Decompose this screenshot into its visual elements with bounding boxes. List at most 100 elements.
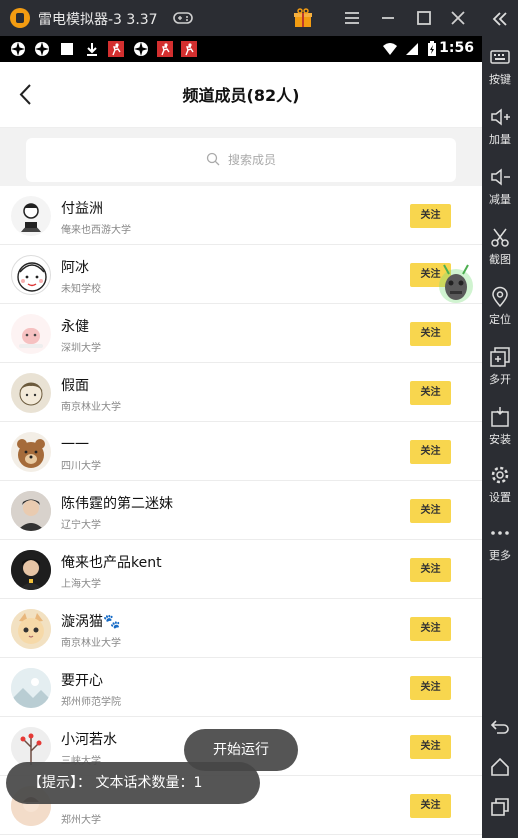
maximize-icon[interactable] [413, 7, 435, 29]
emulator-titlebar: 雷电模拟器-3 3.37 [0, 0, 518, 36]
recents-icon [491, 798, 509, 816]
tip-toast: 【提示】： 文本话术数量：1 [6, 762, 260, 804]
member-row[interactable]: 阿冰 未知学校 关注 [0, 245, 482, 304]
app-notification-icon [10, 41, 26, 57]
avatar[interactable] [11, 373, 51, 413]
member-row[interactable]: 漩涡猫🐾 南京林业大学 关注 [0, 599, 482, 658]
android-statusbar: 1:56 [0, 36, 482, 62]
sidebar-item-label: 减量 [489, 193, 511, 206]
sidebar-item-label: 多开 [489, 373, 511, 386]
page-title: 频道成员(82人) [182, 86, 300, 105]
app-notification-icon [133, 41, 149, 57]
app-notification-icon [181, 41, 197, 57]
member-row[interactable]: 假面 南京林业大学 关注 [0, 363, 482, 422]
menu-icon[interactable] [341, 7, 363, 29]
member-name: 小河若水 [61, 732, 117, 748]
member-row[interactable]: 付益洲 俺来也西游大学 关注 [0, 186, 482, 245]
sidebar-item-install[interactable]: 安装 [482, 406, 518, 447]
avatar[interactable] [11, 668, 51, 708]
follow-button[interactable]: 关注 [410, 204, 451, 228]
sidebar-item-settings[interactable]: 设置 [482, 464, 518, 505]
avatar[interactable] [11, 196, 51, 236]
member-name: 漩涡猫🐾 [61, 614, 121, 630]
battery-icon [424, 41, 440, 57]
signal-icon [404, 41, 420, 57]
collapse-sidebar-button[interactable] [482, 8, 518, 30]
search-area: 搜索成员 [0, 128, 482, 192]
follow-button[interactable]: 关注 [410, 440, 451, 464]
keyboard-icon [490, 50, 510, 64]
sidebar-item-label: 截图 [489, 253, 511, 266]
member-name: 要开心 [61, 673, 103, 689]
more-icon [491, 531, 509, 535]
home-icon [491, 757, 509, 776]
follow-button[interactable]: 关注 [410, 558, 451, 582]
member-name: 阿冰 [61, 260, 89, 276]
member-name: 假面 [61, 378, 89, 394]
sidebar-item-multi-open[interactable]: 多开 [482, 346, 518, 387]
follow-button[interactable]: 关注 [410, 794, 451, 818]
follow-button[interactable]: 关注 [410, 617, 451, 641]
avatar[interactable] [11, 314, 51, 354]
app-notification-icon [34, 41, 50, 57]
floating-bot-icon[interactable] [437, 262, 475, 306]
sidebar-item-volume-down[interactable]: 减量 [482, 166, 518, 207]
sidebar-item-screenshot[interactable]: 截图 [482, 226, 518, 267]
sidebar-item-more[interactable]: 更多 [482, 522, 518, 563]
avatar[interactable] [11, 550, 51, 590]
member-school: 未知学校 [61, 284, 101, 295]
follow-button[interactable]: 关注 [410, 381, 451, 405]
search-placeholder: 搜索成员 [227, 153, 276, 167]
minimize-icon[interactable] [377, 7, 399, 29]
app-notification-icon [157, 41, 173, 57]
gift-icon[interactable] [292, 7, 314, 29]
volume-up-icon [491, 108, 510, 126]
member-row[interactable]: 俺来也产品kent 上海大学 关注 [0, 540, 482, 599]
download-icon [84, 41, 100, 57]
member-school: 四川大学 [61, 461, 101, 472]
member-row[interactable]: 陈伟霆的第二迷妹 辽宁大学 关注 [0, 481, 482, 540]
sidebar-item-volume-up[interactable]: 加量 [482, 106, 518, 147]
back-icon [490, 720, 509, 734]
member-school: 上海大学 [61, 579, 101, 590]
sidebar-item-label: 安装 [489, 433, 511, 446]
sidebar-item-keys[interactable]: 按键 [482, 46, 518, 87]
follow-button[interactable]: 关注 [410, 322, 451, 346]
member-row[interactable]: 永健 深圳大学 关注 [0, 304, 482, 363]
wifi-icon [382, 41, 398, 57]
sidebar-item-location[interactable]: 定位 [482, 286, 518, 327]
gamepad-icon[interactable] [172, 7, 194, 29]
avatar[interactable] [11, 432, 51, 472]
member-row[interactable]: 要开心 郑州师范学院 关注 [0, 658, 482, 717]
avatar[interactable] [11, 491, 51, 531]
volume-down-icon [491, 168, 510, 186]
member-name: 俺来也产品kent [61, 555, 162, 571]
member-name: 陈伟霆的第二迷妹 [61, 496, 173, 512]
app-notification-icon [108, 41, 124, 57]
member-school: 深圳大学 [61, 343, 101, 354]
avatar[interactable] [11, 727, 51, 767]
search-input[interactable]: 搜索成员 [26, 138, 456, 182]
square-notification-icon [59, 41, 75, 57]
member-school: 郑州师范学院 [61, 697, 121, 708]
follow-button[interactable]: 关注 [410, 735, 451, 759]
android-home-button[interactable] [482, 756, 518, 778]
close-icon[interactable] [447, 7, 469, 29]
follow-button[interactable]: 关注 [410, 676, 451, 700]
window-title: 雷电模拟器-3 3.37 [38, 12, 158, 28]
member-name: 付益洲 [61, 201, 103, 217]
android-recents-button[interactable] [482, 796, 518, 818]
member-name: 一一 [61, 437, 89, 453]
android-back-button[interactable] [482, 716, 518, 738]
avatar[interactable] [11, 255, 51, 295]
apk-install-icon [491, 407, 509, 427]
member-school: 辽宁大学 [61, 520, 101, 531]
follow-button[interactable]: 关注 [410, 499, 451, 523]
member-row[interactable]: 一一 四川大学 关注 [0, 422, 482, 481]
multi-window-icon [490, 347, 510, 367]
member-school: 俺来也西游大学 [61, 225, 131, 236]
member-name: 永健 [61, 319, 89, 335]
emulator-logo-icon [10, 8, 30, 28]
member-school: 南京林业大学 [61, 638, 121, 649]
avatar[interactable] [11, 609, 51, 649]
